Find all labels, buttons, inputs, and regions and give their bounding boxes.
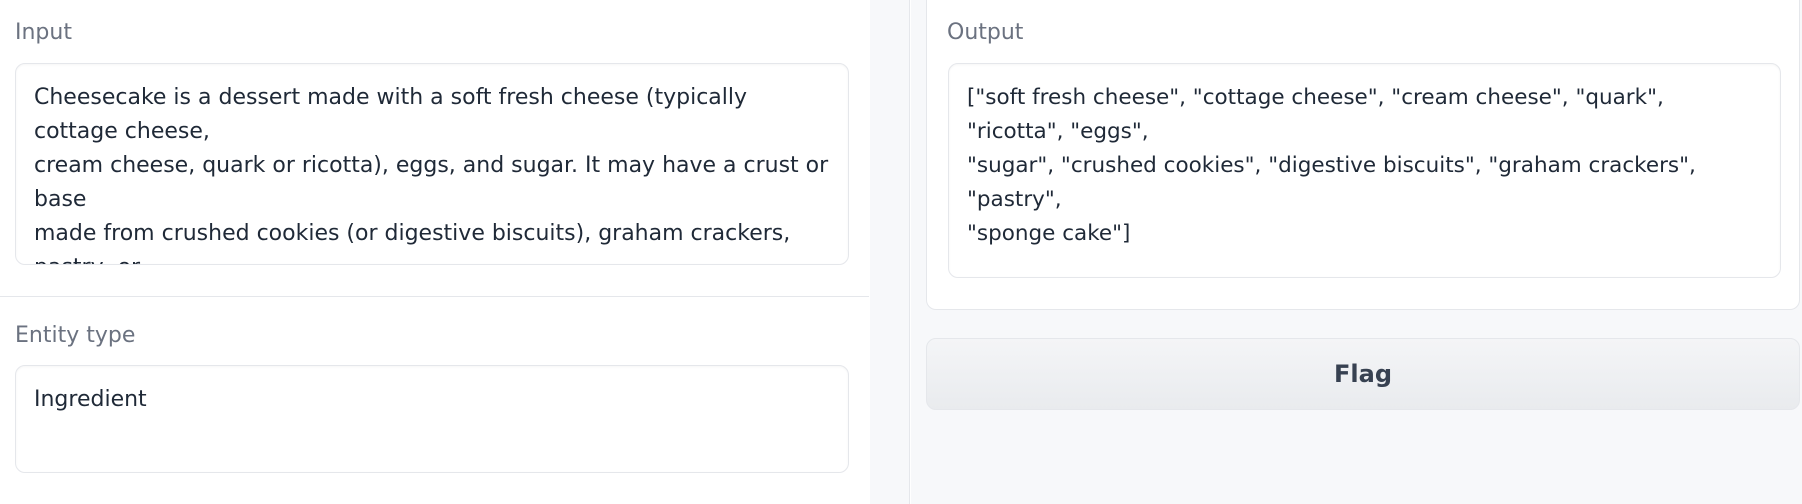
output-label: Output xyxy=(947,20,1024,45)
flag-button[interactable]: Flag xyxy=(926,338,1800,410)
input-column: Input Cheesecake is a dessert made with … xyxy=(0,0,869,504)
output-column: Output ["soft fresh cheese", "cottage ch… xyxy=(911,0,1802,504)
entity-type-label: Entity type xyxy=(15,323,136,348)
entity-type-block: Entity type Ingredient xyxy=(0,297,869,504)
input-textarea[interactable]: Cheesecake is a dessert made with a soft… xyxy=(15,63,849,265)
column-gutter xyxy=(870,0,910,504)
entity-type-textarea[interactable]: Ingredient xyxy=(15,365,849,473)
input-block: Input Cheesecake is a dessert made with … xyxy=(0,0,869,296)
output-textarea[interactable]: ["soft fresh cheese", "cottage cheese", … xyxy=(948,63,1781,278)
input-label: Input xyxy=(15,20,72,45)
output-block: Output ["soft fresh cheese", "cottage ch… xyxy=(926,0,1800,310)
